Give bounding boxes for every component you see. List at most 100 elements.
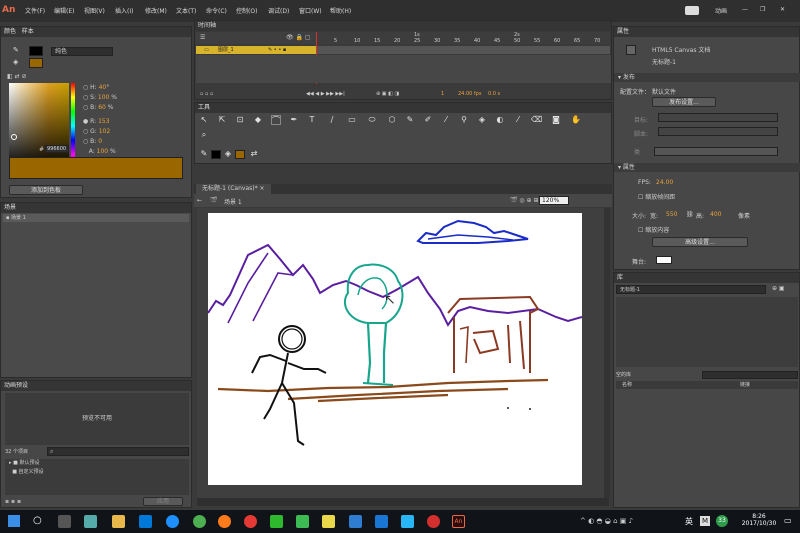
pin-icon[interactable]: ⊕ ▣ (772, 285, 785, 292)
text-tool-icon[interactable]: T (307, 115, 317, 125)
stage[interactable] (207, 213, 583, 485)
bone-tool-icon[interactable]: ⚲ (459, 115, 469, 125)
ime-mode-icon[interactable]: M (700, 516, 710, 526)
tool-stroke-swatch[interactable] (211, 150, 221, 159)
height-value[interactable]: 400 (710, 211, 721, 218)
fps-display[interactable]: 24.00 fps (458, 89, 481, 99)
close-tab-icon[interactable]: × (260, 185, 265, 192)
edge-icon[interactable] (166, 515, 179, 528)
preset-search-input[interactable]: ⌕ (47, 447, 189, 456)
playback-controls[interactable]: ◀◀ ◀ ▶ ▶▶ ▶▶| (306, 89, 345, 99)
zoom-select[interactable]: 120% (539, 196, 569, 205)
tab-properties[interactable]: 属性 (617, 28, 629, 35)
publish-section-header[interactable]: ▾ 发布 (614, 73, 800, 82)
subselection-tool-icon[interactable]: ⇱ (217, 115, 227, 125)
link-icon[interactable]: ⛓ (686, 211, 694, 218)
menu-edit[interactable]: 编辑(E) (54, 6, 74, 15)
scale-content-checkbox[interactable]: ☐ 缩放内容 (638, 225, 669, 234)
app-icon-3[interactable] (349, 515, 362, 528)
camera-tool-icon[interactable]: ◙ (551, 115, 561, 125)
menu-file[interactable]: 文件(F) (25, 6, 45, 15)
time-display[interactable]: 0.0 s (488, 89, 500, 99)
color-type-select[interactable]: 纯色 (51, 47, 113, 56)
menu-control[interactable]: 控制(O) (236, 6, 257, 15)
stage-color-swatch[interactable] (656, 256, 672, 264)
fill-bucket-icon[interactable]: ◈ (13, 58, 18, 66)
scale-spans-checkbox[interactable]: ☐ 缩放帧间距 (638, 192, 675, 201)
col-link[interactable]: 链接 (740, 381, 750, 389)
color-picker-cursor[interactable] (11, 134, 17, 140)
menu-insert[interactable]: 插入(I) (115, 6, 133, 15)
script-select[interactable] (658, 127, 778, 136)
menu-text[interactable]: 文本(T) (176, 6, 196, 15)
menu-commands[interactable]: 命令(C) (206, 6, 227, 15)
class-input[interactable] (654, 147, 778, 156)
ink-bottle-tool-icon[interactable]: ◐ (495, 115, 505, 125)
stroke-color-swatch[interactable] (29, 46, 43, 56)
weibo-icon[interactable] (244, 515, 257, 528)
tab-color[interactable]: 颜色 (4, 28, 16, 35)
action-center-icon[interactable]: ▭ (784, 516, 792, 525)
ime-indicator[interactable]: 英 (685, 516, 693, 527)
zoom-tool-icon[interactable]: ⌕ (199, 130, 209, 140)
apply-preset-button[interactable]: 应用 (143, 497, 183, 506)
document-tab[interactable]: 无标题-1 (Canvas)* × (196, 184, 271, 194)
close-button[interactable]: ✕ (780, 6, 785, 13)
eraser-tool-icon[interactable]: ⌫ (531, 115, 542, 125)
lasso-tool-icon[interactable]: ⌒ (271, 115, 281, 125)
oval-tool-icon[interactable]: ⬭ (367, 115, 377, 125)
paint-bucket-tool-icon[interactable]: ◈ (477, 115, 487, 125)
app-icon-1[interactable] (84, 515, 97, 528)
layer-row-layer1[interactable]: ▭ 图层_1 ✎ • • ▪ (196, 46, 316, 54)
fps-value[interactable]: 24.00 (656, 179, 673, 186)
eyedropper-tool-icon[interactable]: ⁄ (513, 115, 523, 125)
add-swatch-button[interactable]: 添加到色板 (9, 185, 83, 195)
menu-help[interactable]: 帮助(H) (330, 6, 351, 15)
swap-colors-icon[interactable]: ◧ ⇄ ⊘ (7, 73, 27, 80)
new-folder-icon[interactable]: ▪ ▪ ▪ (5, 498, 21, 505)
vertical-scrollbar[interactable] (604, 208, 610, 498)
pencil-tool-icon[interactable]: ✎ (405, 115, 415, 125)
menu-debug[interactable]: 调试(D) (268, 6, 289, 15)
props-section-header[interactable]: ▾ 属性 (614, 163, 800, 172)
clock[interactable]: 8:26 2017/10/30 (740, 513, 778, 527)
preset-folder-default[interactable]: ▸ ■ 默认预设 (9, 459, 189, 468)
back-arrow-icon[interactable]: ← (197, 197, 202, 204)
stroke-pencil-icon[interactable]: ✎ (13, 46, 19, 54)
record-icon[interactable] (427, 515, 440, 528)
start-icon[interactable] (8, 515, 20, 527)
scene-name[interactable]: 场景 1 (224, 197, 242, 206)
app-icon-2[interactable] (296, 515, 309, 528)
width-value[interactable]: 550 (666, 211, 677, 218)
sync-icon[interactable] (685, 6, 699, 15)
notes-icon[interactable] (322, 515, 335, 528)
maximize-button[interactable]: ❐ (760, 6, 765, 13)
advanced-settings-button[interactable]: 高级设置... (652, 237, 748, 247)
fill-color-swatch[interactable] (29, 58, 43, 68)
line-tool-icon[interactable]: ∕ (327, 115, 337, 125)
menu-window[interactable]: 窗口(W) (299, 6, 322, 15)
fill-color-tool-icon[interactable]: ◈ (223, 149, 233, 159)
stage-view-icons[interactable]: 🎬 ◎ ⊕ ⊞ (510, 197, 538, 204)
library-search-input[interactable] (702, 371, 798, 379)
swap-colors-tool-icon[interactable]: ⇄ (249, 149, 259, 159)
pen-tool-icon[interactable]: ✒ (289, 115, 299, 125)
publish-settings-button[interactable]: 发布设置... (652, 97, 716, 107)
new-layer-icon[interactable]: ▫ ▫ ▫ (200, 89, 213, 99)
tab-swatches[interactable]: 样本 (22, 28, 34, 35)
animate-taskbar-icon[interactable]: An (452, 515, 465, 528)
app-icon-5[interactable] (401, 515, 414, 528)
cortana-icon[interactable]: ○ (33, 515, 42, 526)
polystar-tool-icon[interactable]: ⬡ (387, 115, 397, 125)
layer-name[interactable]: 图层_1 (218, 46, 234, 54)
stroke-color-tool-icon[interactable]: ✎ (199, 149, 209, 159)
preset-folder-custom[interactable]: ■ 自定义预设 (9, 468, 189, 477)
menu-view[interactable]: 视图(V) (84, 6, 105, 15)
library-doc-select[interactable]: 无标题-1 (616, 285, 766, 294)
rectangle-tool-icon[interactable]: ▭ (347, 115, 357, 125)
layer-frames-row[interactable] (316, 46, 610, 54)
paint-brush-tool-icon[interactable]: ✐ (423, 115, 433, 125)
file-explorer-icon[interactable] (112, 515, 125, 528)
gradient-transform-tool-icon[interactable]: ◆ (253, 115, 263, 125)
menu-modify[interactable]: 修改(M) (145, 6, 167, 15)
